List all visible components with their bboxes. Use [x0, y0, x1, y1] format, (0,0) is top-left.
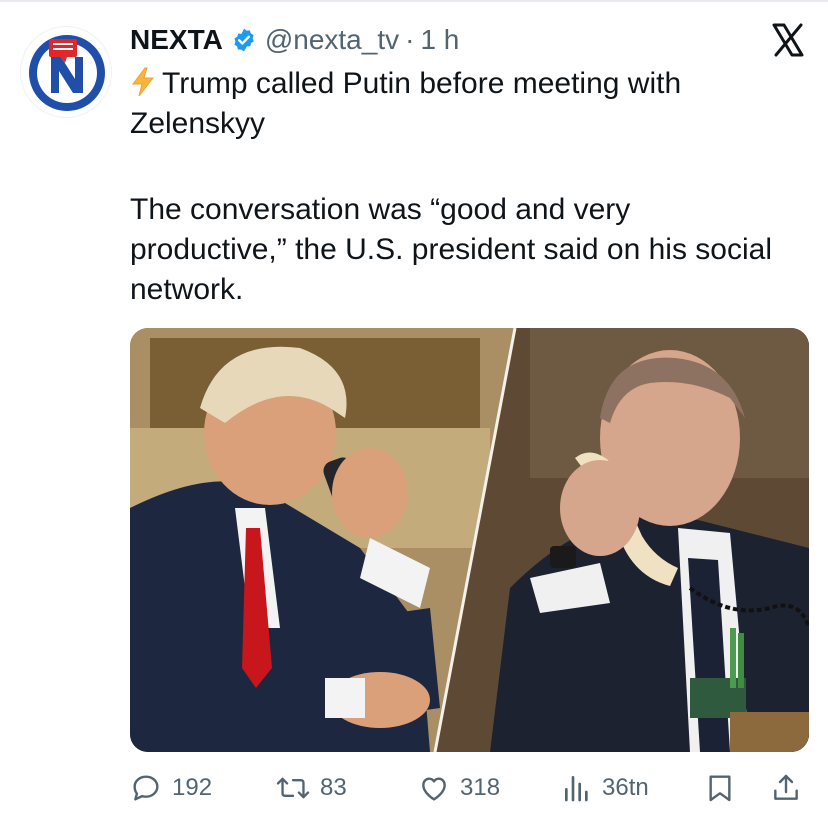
timestamp[interactable]: 1 h: [420, 24, 459, 56]
tweet-header: NEXTA @nexta_tv · 1 h: [130, 18, 459, 62]
tweet-photo[interactable]: [130, 328, 809, 752]
reply-button[interactable]: 192: [130, 766, 212, 810]
repost-button[interactable]: 83: [276, 766, 347, 810]
account-handle[interactable]: @nexta_tv: [265, 24, 399, 56]
avatar[interactable]: [20, 26, 112, 118]
view-count: 36tn: [602, 774, 649, 801]
photo-icon: [130, 328, 809, 752]
like-count: 318: [460, 774, 501, 801]
bookmark-button[interactable]: [704, 766, 746, 810]
separator-dot: ·: [405, 24, 415, 55]
x-logo-icon[interactable]: [768, 20, 808, 60]
reply-icon: [133, 775, 159, 801]
share-icon: [774, 774, 798, 800]
account-name[interactable]: NEXTA: [130, 24, 223, 56]
verified-badge-icon: [231, 27, 257, 53]
tweet-text-headline: Trump called Putin before meeting with Z…: [130, 64, 780, 144]
headline-text: Trump called Putin before meeting with Z…: [130, 67, 682, 140]
reply-count: 192: [172, 774, 213, 801]
views-icon: [565, 776, 588, 802]
bookmark-icon: [709, 775, 731, 802]
views-button[interactable]: 36tn: [562, 766, 649, 810]
heart-icon: [422, 777, 446, 801]
tweet-text-body: The conversation was “good and very prod…: [130, 193, 772, 306]
top-divider: [0, 0, 828, 2]
tweet-actions: 192 83 318 36tn: [130, 766, 810, 810]
nexta-logo-icon: [29, 35, 105, 111]
like-button[interactable]: 318: [418, 766, 500, 810]
lightning-icon: [132, 67, 155, 97]
repost-count: 83: [320, 774, 347, 801]
share-button[interactable]: [770, 766, 812, 810]
repost-icon: [276, 777, 310, 799]
